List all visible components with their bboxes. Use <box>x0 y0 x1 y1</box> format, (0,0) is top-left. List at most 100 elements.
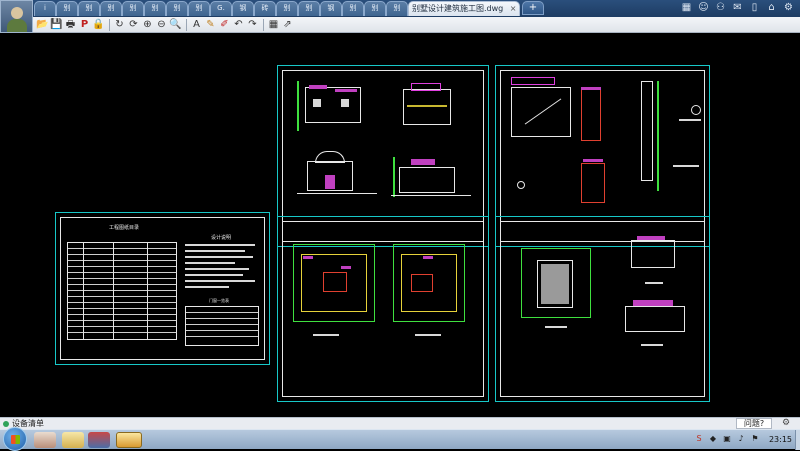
settings-gear-icon[interactable]: ⚙ <box>776 418 796 429</box>
detail-accent <box>581 87 601 90</box>
elevation-outline <box>631 240 675 268</box>
doc-tab[interactable]: 钢 <box>232 1 254 16</box>
zoom-out-icon[interactable]: ⊖ <box>155 18 168 31</box>
window-block <box>313 99 321 107</box>
dim-line <box>297 81 299 131</box>
refresh-icon[interactable]: ⟳ <box>127 18 140 31</box>
doc-tab[interactable]: 别 <box>122 1 144 16</box>
plan-accent <box>341 266 351 269</box>
doc-tab[interactable]: 钢 <box>320 1 342 16</box>
doc-tab[interactable]: 别 <box>100 1 122 16</box>
doc-tab[interactable]: 别 <box>188 1 210 16</box>
user-icon[interactable]: ☺ <box>698 2 709 13</box>
open-folder-icon[interactable]: 📂 <box>36 18 49 31</box>
dim-line <box>393 157 395 197</box>
close-tab-icon[interactable]: × <box>510 2 517 15</box>
plan-label <box>313 334 339 336</box>
volume-icon[interactable]: ♪ <box>736 434 746 444</box>
doc-tab[interactable]: i <box>34 1 56 16</box>
chat-icon[interactable]: ✉ <box>732 2 743 13</box>
taskbar-app-explorer[interactable] <box>62 432 84 448</box>
shield-icon[interactable]: ◆ <box>708 434 718 444</box>
wall-detail <box>641 81 653 181</box>
active-tab-title: 别墅设计建筑施工图.dwg <box>412 4 504 13</box>
sheet-index-notes[interactable]: 工程图纸目录 设计说明 门窗一览表 <box>55 212 270 365</box>
detail-circle <box>517 181 525 189</box>
highlighter-icon[interactable]: ✐ <box>218 18 231 31</box>
plan-accent <box>303 256 313 259</box>
taskbar-app-books[interactable] <box>88 432 110 448</box>
active-doc-tab[interactable]: 别墅设计建筑施工图.dwg × <box>408 1 520 16</box>
roof-accent <box>637 236 665 240</box>
export-icon[interactable]: ⇗ <box>281 18 294 31</box>
section-roof <box>411 83 441 91</box>
sheet-frame <box>282 221 484 397</box>
detail-circle <box>691 105 701 115</box>
mail-icon[interactable]: ⌂ <box>766 2 777 13</box>
roof-accent <box>309 85 327 89</box>
taskbar-app-cad-viewer[interactable] <box>116 432 142 448</box>
network-icon[interactable]: ▣ <box>722 434 732 444</box>
user-add-icon[interactable]: ⚇ <box>715 2 726 13</box>
sheet-floor-plans[interactable] <box>277 216 489 402</box>
plan-label <box>415 334 441 336</box>
tab-strip: i 别 别 别 别 别 别 别 G. 钢 砖 别 别 钢 别 别 别 别墅设计建… <box>0 0 800 17</box>
print-icon[interactable]: 🖶 <box>64 18 77 31</box>
dim-line <box>657 81 659 191</box>
doc-tab[interactable]: 别 <box>298 1 320 16</box>
elevation-outline <box>399 167 455 193</box>
ime-icon[interactable]: S <box>694 434 704 444</box>
gear-icon[interactable]: ⚙ <box>783 2 794 13</box>
doc-tab[interactable]: G. <box>210 1 232 16</box>
plan-label <box>545 326 567 328</box>
doc-tab[interactable]: 别 <box>386 1 408 16</box>
doc-tab[interactable]: 别 <box>144 1 166 16</box>
pen-icon[interactable]: ✎ <box>204 18 217 31</box>
doc-tab[interactable]: 别 <box>166 1 188 16</box>
new-tab-button[interactable]: + <box>522 1 544 15</box>
doc-tab[interactable]: 别 <box>342 1 364 16</box>
section-outline <box>403 89 451 125</box>
flag-icon[interactable]: ⚑ <box>750 434 760 444</box>
grid-icon[interactable]: ▦ <box>681 2 692 13</box>
doc-tab[interactable]: 别 <box>78 1 100 16</box>
redo-icon[interactable]: ↷ <box>246 18 259 31</box>
sheet-roof-plan[interactable] <box>495 216 710 402</box>
text-icon[interactable]: A <box>190 18 203 31</box>
doc-tab[interactable]: 砖 <box>254 1 276 16</box>
notes-text-block <box>185 244 255 246</box>
plan-label <box>641 344 663 346</box>
feedback-button[interactable]: 问题? <box>736 418 772 429</box>
doc-tab[interactable]: 别 <box>56 1 78 16</box>
save-icon[interactable]: 💾 <box>50 18 63 31</box>
taskbar-app-reader[interactable] <box>34 432 56 448</box>
phone-icon[interactable]: ▯ <box>749 2 760 13</box>
zoom-window-icon[interactable]: 🔍 <box>169 18 182 31</box>
layers-icon[interactable]: ▦ <box>267 18 280 31</box>
toolbar: 📂 💾 🖶 P 🔒 ↻ ⟳ ⊕ ⊖ 🔍 A ✎ ✐ ↶ ↷ ▦ ⇗ <box>33 17 800 33</box>
ground-line <box>391 195 471 196</box>
doc-tab[interactable]: 别 <box>364 1 386 16</box>
user-avatar[interactable] <box>0 0 33 33</box>
notes-text-block <box>185 280 255 282</box>
lock-icon[interactable]: 🔒 <box>92 18 105 31</box>
windows-logo-icon <box>11 435 20 444</box>
clock[interactable]: 23:15 <box>769 430 792 450</box>
rotate-icon[interactable]: ↻ <box>113 18 126 31</box>
pdf-icon[interactable]: P <box>78 18 91 31</box>
system-tray: S ◆ ▣ ♪ ⚑ <box>694 434 760 444</box>
drawing-canvas[interactable]: 工程图纸目录 设计说明 门窗一览表 <box>0 33 800 417</box>
undo-icon[interactable]: ↶ <box>232 18 245 31</box>
door-window-table <box>185 306 259 346</box>
start-button[interactable] <box>3 427 27 451</box>
detail-accent <box>583 159 603 162</box>
plan-room <box>411 274 433 292</box>
show-desktop-button[interactable] <box>795 430 800 450</box>
index-title: 工程图纸目录 <box>109 225 140 231</box>
toolbar-separator <box>263 18 264 31</box>
doc-tab[interactable]: 别 <box>276 1 298 16</box>
gable-roof <box>315 151 345 163</box>
plan-room <box>323 272 347 292</box>
top-right-icons: ▦ ☺ ⚇ ✉ ▯ ⌂ ⚙ <box>681 2 794 13</box>
zoom-in-icon[interactable]: ⊕ <box>141 18 154 31</box>
